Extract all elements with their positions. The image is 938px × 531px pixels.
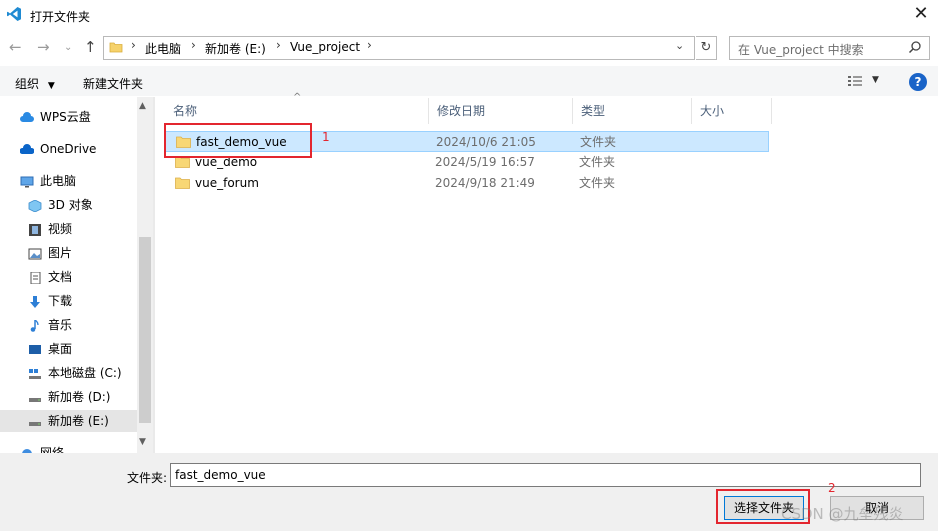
sidebar-item-this-pc[interactable]: 此电脑: [20, 170, 76, 192]
sidebar-item-label: 视频: [48, 222, 73, 236]
folder-field-label: 文件夹:: [127, 471, 168, 485]
organize-button[interactable]: 组织 ▼: [15, 75, 55, 92]
column-type[interactable]: 类型: [573, 98, 692, 124]
sidebar-item-pictures[interactable]: 图片: [28, 242, 72, 264]
folder-name-input[interactable]: [175, 465, 915, 485]
sidebar-item-desktop[interactable]: 桌面: [28, 338, 72, 360]
system-drive-icon: [29, 368, 41, 379]
drive-icon: [29, 397, 41, 402]
help-button[interactable]: ?: [909, 73, 927, 91]
cube-icon: [28, 199, 42, 212]
sidebar-item-label: 3D 对象: [48, 198, 93, 212]
sidebar-item-label: 桌面: [48, 342, 73, 356]
scroll-down-icon[interactable]: ▼: [139, 437, 146, 447]
sidebar-item-wps-cloud[interactable]: WPS云盘: [20, 106, 91, 128]
sidebar-item-label: 下载: [48, 294, 73, 308]
picture-icon: [28, 248, 42, 259]
back-arrow-icon[interactable]: ←: [9, 38, 22, 56]
breadcrumb-vue-project[interactable]: Vue_project: [290, 40, 360, 54]
refresh-button[interactable]: ↻: [696, 36, 717, 60]
sidebar-item-label: OneDrive: [40, 142, 97, 156]
drive-icon: [29, 421, 41, 426]
sidebar-item-drive-e[interactable]: 新加卷 (E:): [0, 410, 137, 432]
search-placeholder: 在 Vue_project 中搜索: [738, 43, 864, 57]
file-name: vue_forum: [195, 176, 259, 190]
address-dropdown-icon[interactable]: ⌄: [675, 39, 684, 52]
search-box[interactable]: 在 Vue_project 中搜索: [729, 36, 930, 60]
file-type: 文件夹: [580, 135, 617, 149]
forward-arrow-icon[interactable]: →: [37, 38, 50, 56]
breadcrumb-drive-e[interactable]: 新加卷 (E:): [205, 40, 266, 57]
file-date: 2024/10/6 21:05: [436, 135, 536, 149]
sidebar-item-label: 新加卷 (D:): [48, 390, 111, 404]
sidebar-item-network[interactable]: 网络: [20, 442, 64, 453]
up-arrow-icon[interactable]: ↑: [84, 38, 97, 56]
recent-dropdown-icon[interactable]: ⌄: [64, 39, 72, 57]
search-icon: [908, 41, 921, 54]
file-date: 2024/9/18 21:49: [435, 176, 535, 190]
download-arrow-icon: [30, 295, 40, 308]
onedrive-cloud-icon: [20, 143, 34, 154]
annotation-box-1: [164, 123, 312, 158]
file-type: 文件夹: [579, 176, 616, 190]
sidebar-item-drive-c[interactable]: 本地磁盘 (C:): [28, 362, 122, 384]
sidebar-item-label: 图片: [48, 246, 73, 260]
sidebar-item-label: 文档: [48, 270, 73, 284]
navigation-pane: WPS云盘 OneDrive 此电脑 3D 对象 视频 图片 文档 下载 音乐 …: [0, 97, 153, 453]
sidebar-item-drive-d[interactable]: 新加卷 (D:): [28, 386, 110, 408]
column-name[interactable]: 名称: [165, 98, 429, 124]
column-header: 名称 修改日期 类型 大小: [155, 98, 775, 125]
title-bar: 打开文件夹 ✕: [0, 0, 938, 30]
folder-icon: [109, 42, 123, 53]
sidebar-item-label: 此电脑: [40, 174, 77, 188]
column-date[interactable]: 修改日期: [429, 98, 573, 124]
column-size[interactable]: 大小: [692, 98, 772, 124]
computer-icon: [20, 176, 34, 187]
view-dropdown-icon[interactable]: ▼: [872, 75, 879, 85]
sidebar-item-music[interactable]: 音乐: [28, 314, 72, 336]
sidebar-item-3d-objects[interactable]: 3D 对象: [28, 194, 93, 216]
sidebar-item-documents[interactable]: 文档: [28, 266, 72, 288]
file-date: 2024/5/19 16:57: [435, 155, 535, 169]
close-button[interactable]: ✕: [910, 4, 932, 24]
sidebar-item-downloads[interactable]: 下载: [28, 290, 72, 312]
pane-divider[interactable]: [153, 97, 155, 453]
refresh-icon: ↻: [700, 40, 712, 55]
music-note-icon: [30, 319, 39, 332]
film-icon: [29, 223, 41, 236]
sidebar-item-label: 新加卷 (E:): [48, 414, 109, 428]
sidebar-item-label: 网络: [40, 446, 65, 453]
sidebar-item-videos[interactable]: 视频: [28, 218, 72, 240]
chevron-down-icon: ▼: [47, 81, 55, 91]
folder-name-field[interactable]: [170, 463, 921, 487]
breadcrumb-separator-icon: ›: [191, 38, 196, 52]
folder-icon: [175, 177, 190, 189]
address-bar[interactable]: › 此电脑 › 新加卷 (E:) › Vue_project › ⌄: [103, 36, 695, 60]
scroll-up-icon[interactable]: ▲: [139, 101, 146, 111]
sidebar-item-label: 音乐: [48, 318, 73, 332]
file-type: 文件夹: [579, 155, 616, 169]
vscode-logo-icon: [7, 7, 21, 21]
watermark: CSDN @九垒残炎: [781, 505, 904, 523]
sidebar-item-onedrive[interactable]: OneDrive: [20, 138, 96, 160]
breadcrumb-separator-icon: ›: [367, 38, 372, 52]
annotation-number-2: 2: [828, 481, 836, 495]
file-row[interactable]: vue_forum 2024/9/18 21:49 文件夹: [165, 173, 769, 194]
organize-label: 组织: [15, 77, 40, 91]
desktop-icon: [29, 344, 41, 354]
sidebar-item-label: WPS云盘: [40, 110, 91, 124]
scrollbar-thumb[interactable]: [139, 237, 151, 423]
annotation-number-1: 1: [322, 130, 330, 144]
command-toolbar: 组织 ▼ 新建文件夹 ▼: [0, 66, 938, 96]
breadcrumb-separator-icon: ›: [276, 38, 281, 52]
view-options-icon[interactable]: [847, 74, 863, 88]
sidebar-item-label: 本地磁盘 (C:): [48, 366, 122, 380]
breadcrumb-separator-icon: ›: [131, 38, 136, 52]
window-title: 打开文件夹: [30, 10, 91, 24]
document-icon: [30, 271, 41, 284]
new-folder-button[interactable]: 新建文件夹: [83, 75, 143, 92]
breadcrumb-this-pc[interactable]: 此电脑: [145, 40, 181, 57]
cloud-icon: [20, 111, 34, 122]
